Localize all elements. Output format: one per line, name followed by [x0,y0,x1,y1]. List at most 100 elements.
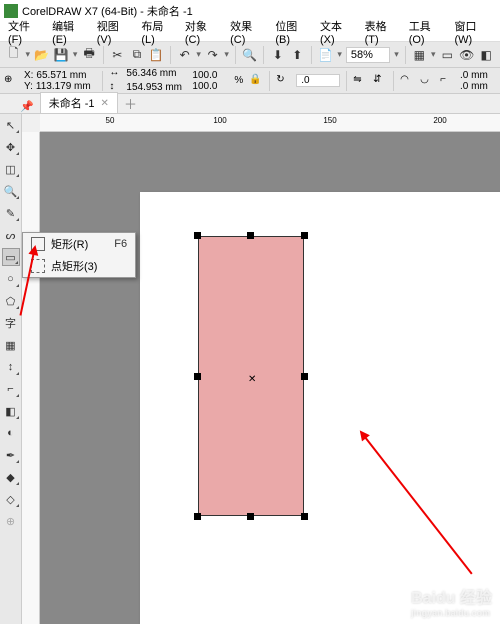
x-label: X: [24,70,33,81]
shortcut-label: F6 [114,238,127,250]
freehand-tool-icon[interactable]: ✎ [2,204,20,222]
corner-icon[interactable]: ⌐ [440,74,454,88]
selection-handle[interactable] [194,513,201,520]
new-icon[interactable]: 🗋 [6,46,21,64]
pick-tool-icon[interactable]: ↖ [2,116,20,134]
cut-icon[interactable]: ✂ [110,46,125,64]
add-tab-icon[interactable]: ＋ [124,94,137,113]
text-tool-icon[interactable]: 字 [2,314,20,332]
export-icon[interactable]: ⬆ [290,46,305,64]
lock-ratio-icon[interactable]: 🔒 [249,74,263,88]
flyout-rectangle[interactable]: 矩形(R) F6 [23,233,135,255]
dropdown-icon[interactable]: ▾ [337,49,342,60]
corner-icon[interactable]: ◠ [400,74,414,88]
rectangle-tool-icon[interactable]: ▭ [2,248,20,266]
ruler-tick: 100 [213,116,226,125]
options-icon[interactable]: ▭ [440,46,455,64]
snap-icon[interactable]: ▦ [412,46,427,64]
menu-table[interactable]: 表格(T) [361,16,403,48]
dropdown-icon[interactable]: ▾ [25,49,30,60]
y-value[interactable]: 113.179 mm [36,81,96,92]
menu-effects[interactable]: 效果(C) [226,16,269,48]
menu-layout[interactable]: 布局(L) [137,16,179,48]
mirror-v-icon[interactable]: ⇵ [373,74,387,88]
outline-tool-icon[interactable]: ◇ [2,490,20,508]
connector-tool-icon[interactable]: ⌐ [2,380,20,398]
selection-handle[interactable] [301,373,308,380]
dock-icon[interactable]: ◧ [478,46,493,64]
dropdown-icon[interactable]: ▾ [431,49,436,60]
print-icon[interactable]: 🖶 [81,46,96,64]
dropdown-icon[interactable]: ▾ [224,49,229,60]
zoom-input[interactable]: 58% [346,47,390,63]
document-tabs: 📌 未命名 -1 ✕ ＋ [0,94,500,114]
menu-bitmap[interactable]: 位图(B) [271,16,314,48]
menu-edit[interactable]: 编辑(E) [48,16,91,48]
import-icon[interactable]: ⬇ [270,46,285,64]
selection-handle[interactable] [194,232,201,239]
rectangle-3pt-icon [31,259,45,273]
watermark-sub: jingyan.baidu.com [411,608,492,618]
height-value[interactable]: 154.953 mm [126,82,186,93]
page [140,192,500,624]
document-tab[interactable]: 未命名 -1 ✕ [40,92,118,113]
redo-icon[interactable]: ↷ [205,46,220,64]
ellipse-tool-icon[interactable]: ○ [2,270,20,288]
eyedropper-tool-icon[interactable]: ✒ [2,446,20,464]
corner-icon[interactable]: ◡ [420,74,434,88]
canvas[interactable]: ✕ [40,132,500,624]
menu-text[interactable]: 文本(X) [316,16,359,48]
dimension-tool-icon[interactable]: ↕ [2,358,20,376]
preview-icon[interactable]: 👁 [459,46,474,64]
flyout-3point-rectangle[interactable]: 点矩形(3) [23,255,135,277]
corner-b-value[interactable]: .0 mm [460,81,496,92]
dropdown-icon[interactable]: ▾ [73,49,78,60]
paste-icon[interactable]: 📋 [149,46,164,64]
search-icon[interactable]: 🔍 [242,46,257,64]
separator [405,46,406,64]
selection-handle[interactable] [301,513,308,520]
ruler-tick: 50 [106,116,115,125]
rotate-icon: ↻ [276,74,290,88]
selection-handle[interactable] [194,373,201,380]
anchor-icon[interactable]: 📌 [20,100,34,113]
menu-tools[interactable]: 工具(O) [405,16,449,48]
table-tool-icon[interactable]: ▦ [2,336,20,354]
save-icon[interactable]: 💾 [53,46,68,64]
percent-label: % [234,75,243,86]
zoom-tool-icon[interactable]: 🔍 [2,182,20,200]
crop-tool-icon[interactable]: ◫ [2,160,20,178]
menu-window[interactable]: 窗口(W) [450,16,496,48]
width-value[interactable]: 56.346 mm [126,68,186,79]
copy-icon[interactable]: ⧉ [129,46,144,64]
selection-handle[interactable] [301,232,308,239]
y-label: Y: [24,81,33,92]
mirror-h-icon[interactable]: ⇋ [353,74,367,88]
selection-handle[interactable] [247,232,254,239]
selection-handle[interactable] [247,513,254,520]
rotation-input[interactable]: .0 [296,74,340,87]
fill-tool-icon[interactable]: ◆ [2,468,20,486]
close-icon[interactable]: ✕ [101,98,109,109]
dropdown-icon[interactable]: ▾ [196,49,201,60]
x-value[interactable]: 65.571 mm [36,70,96,81]
scale-x-value[interactable]: 100.0 [192,70,228,81]
artistic-tool-icon[interactable]: ᔕ [2,226,20,244]
publish-icon[interactable]: 📄 [318,46,333,64]
scale-y-value[interactable]: 100.0 [192,81,228,92]
menu-object[interactable]: 对象(C) [181,16,224,48]
corner-a-value[interactable]: .0 mm [460,70,496,81]
menu-file[interactable]: 文件(F) [4,16,46,48]
separator [102,71,103,91]
transparency-tool-icon[interactable]: ◐ [2,424,20,442]
shape-tool-icon[interactable]: ✥ [2,138,20,156]
expand-icon[interactable]: ⊕ [4,74,18,88]
ruler-tick: 200 [433,116,446,125]
polygon-tool-icon[interactable]: ⬠ [2,292,20,310]
open-icon[interactable]: 📂 [34,46,49,64]
add-tool-icon[interactable]: ⊕ [2,512,20,530]
menu-view[interactable]: 视图(V) [93,16,136,48]
undo-icon[interactable]: ↶ [177,46,192,64]
dropdown-icon[interactable]: ▾ [394,49,399,60]
effects-tool-icon[interactable]: ◧ [2,402,20,420]
